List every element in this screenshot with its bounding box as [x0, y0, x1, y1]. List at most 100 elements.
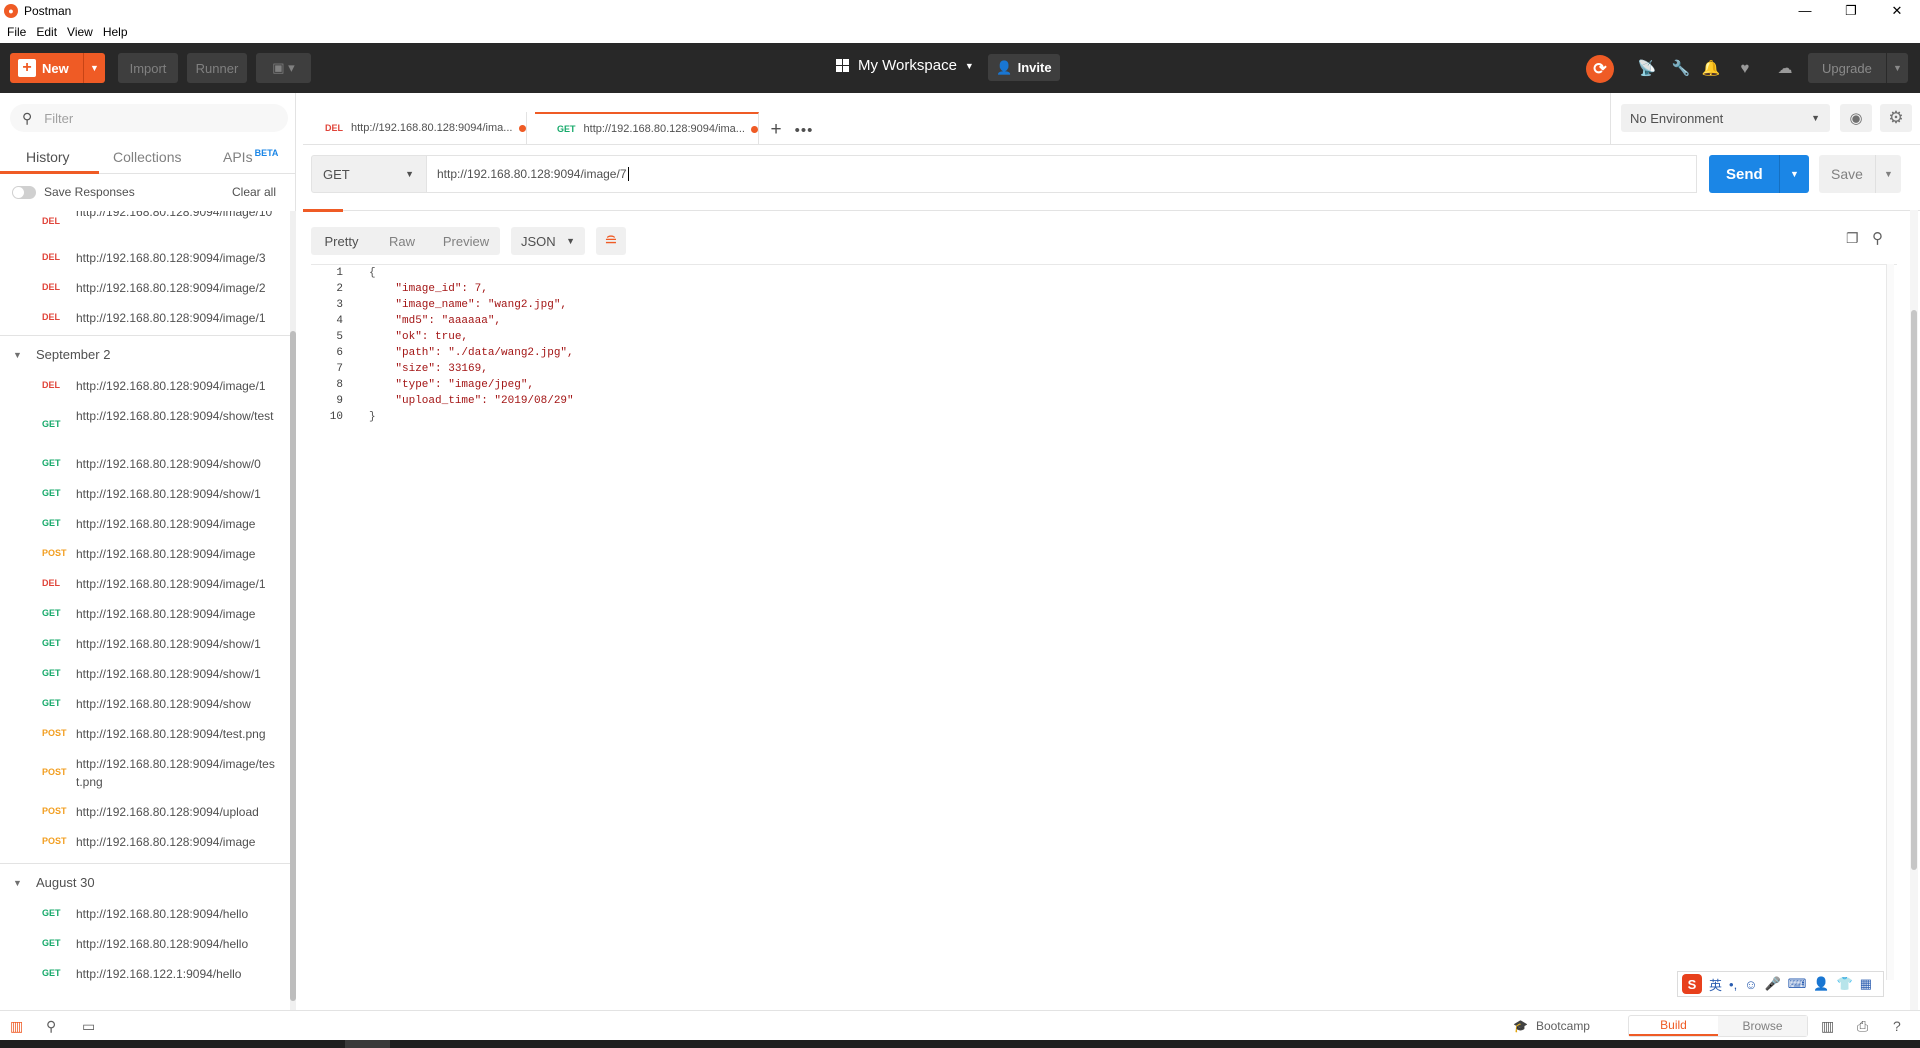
minimize-icon[interactable]: — — [1782, 0, 1828, 21]
satellite-icon[interactable]: 📡 — [1638, 59, 1657, 77]
tab-apis[interactable]: APIs BETA — [223, 148, 278, 165]
os-taskbar — [0, 1040, 1920, 1048]
scrollbar-thumb[interactable] — [290, 331, 296, 1001]
sogou-logo-icon[interactable]: S — [1682, 974, 1702, 994]
code-scrollbar[interactable] — [1886, 264, 1894, 980]
method-badge: GET — [42, 668, 61, 678]
main-scrollbar[interactable] — [1910, 210, 1918, 1010]
emoji-icon[interactable]: ☺ — [1744, 977, 1757, 992]
cloud-icon[interactable]: ☁ — [1776, 59, 1794, 77]
microphone-icon[interactable]: 🎤 — [1764, 976, 1780, 992]
wrench-icon[interactable]: 🔧 — [1672, 59, 1691, 77]
sidebar: ⚲ Filter History Collections APIs BETA Sa… — [0, 93, 296, 1010]
bell-icon[interactable]: 🔔 — [1702, 59, 1721, 77]
chevron-down-icon: ▼ — [13, 350, 22, 360]
workspace-selector[interactable]: My Workspace ▼ — [836, 57, 974, 74]
chevron-down-icon: ▼ — [1811, 113, 1820, 123]
tab-collections[interactable]: Collections — [113, 149, 181, 165]
grid-icon[interactable]: ▦ — [1860, 976, 1872, 992]
menu-edit[interactable]: Edit — [36, 25, 57, 39]
invite-button[interactable]: 👤 Invite — [988, 54, 1060, 81]
copy-icon[interactable]: ❐ — [1846, 230, 1859, 247]
line-number: 7 — [336, 363, 343, 375]
toggle-switch[interactable] — [12, 185, 36, 199]
send-button[interactable]: Send ▼ — [1709, 155, 1809, 193]
new-dropdown-caret[interactable]: ▼ — [83, 53, 105, 83]
method-select[interactable]: GET ▼ — [311, 155, 427, 193]
group-label: September 2 — [36, 347, 111, 362]
search-icon[interactable]: ⚲ — [46, 1018, 56, 1035]
line-number: 2 — [336, 283, 343, 295]
browse-tab[interactable]: Browse — [1718, 1016, 1807, 1036]
taskbar-active-item[interactable] — [345, 1040, 390, 1048]
runner-button[interactable]: Runner — [187, 53, 247, 83]
upgrade-button[interactable]: Upgrade ▼ — [1808, 53, 1908, 83]
method-badge: GET — [42, 518, 61, 528]
view-pretty[interactable]: Pretty — [311, 227, 372, 255]
search-icon[interactable]: ⚲ — [1872, 229, 1883, 247]
history-url: http://192.168.80.128:9094/test.png — [76, 727, 266, 741]
help-icon[interactable]: ? — [1893, 1018, 1901, 1034]
scrollbar-thumb[interactable] — [1911, 310, 1917, 870]
view-raw[interactable]: Raw — [372, 227, 432, 255]
history-url: http://192.168.80.128:9094/image/2 — [76, 281, 266, 295]
save-dropdown-caret[interactable]: ▼ — [1875, 155, 1901, 193]
tab-history[interactable]: History — [26, 149, 70, 165]
menu-file[interactable]: File — [7, 25, 26, 39]
menu-bar: File Edit View Help — [0, 21, 1920, 43]
heart-icon[interactable]: ♥ — [1736, 59, 1754, 77]
sidebar-toggle-icon[interactable]: ▥ — [10, 1018, 23, 1035]
history-url: http://192.168.80.128:9094/image — [76, 547, 256, 561]
new-button[interactable]: + New ▼ — [10, 53, 105, 83]
user-icon[interactable]: 👤 — [1813, 976, 1829, 992]
drag-handle[interactable] — [303, 209, 343, 212]
chevron-down-icon: ▼ — [566, 236, 575, 246]
add-tab-icon[interactable]: + — [765, 119, 787, 141]
menu-view[interactable]: View — [67, 25, 93, 39]
format-select[interactable]: JSON ▼ — [511, 227, 585, 255]
build-tab[interactable]: Build — [1629, 1016, 1718, 1036]
list-item[interactable]: DEL http://192.168.80.128:9094/image/10 — [0, 211, 290, 239]
bootcamp-button[interactable]: 🎓 Bootcamp — [1513, 1019, 1590, 1033]
gear-icon[interactable]: ⚙ — [1880, 104, 1912, 132]
view-preview[interactable]: Preview — [432, 227, 500, 255]
shirt-icon[interactable]: 👕 — [1837, 976, 1853, 992]
group-divider — [0, 863, 290, 864]
sidebar-scrollbar[interactable] — [290, 211, 296, 1010]
build-browse-toggle: Build Browse — [1628, 1015, 1808, 1037]
request-tab-active[interactable]: GET http://192.168.80.128:9094/ima... — [535, 112, 759, 144]
filter-input[interactable]: ⚲ Filter — [10, 104, 288, 132]
group-label: August 30 — [36, 875, 95, 890]
keyboard-icon[interactable]: ⌨ — [1788, 976, 1807, 992]
sync-icon[interactable]: ⟳ — [1586, 55, 1614, 83]
eye-icon[interactable]: ◉ — [1840, 104, 1872, 132]
send-dropdown-caret[interactable]: ▼ — [1779, 155, 1809, 193]
punctuation-icon[interactable]: •, — [1729, 977, 1737, 992]
menu-help[interactable]: Help — [103, 25, 128, 39]
clear-all-button[interactable]: Clear all — [232, 185, 276, 199]
line-number: 9 — [336, 395, 343, 407]
console-icon[interactable]: ▭ — [82, 1018, 95, 1035]
import-button[interactable]: Import — [118, 53, 178, 83]
environment-select[interactable]: No Environment ▼ — [1621, 104, 1830, 132]
unsaved-dot-icon — [519, 124, 526, 132]
code-line: "path": "./data/wang2.jpg", — [369, 347, 574, 359]
save-responses-toggle[interactable]: Save Responses — [12, 185, 135, 199]
upgrade-dropdown-caret[interactable]: ▼ — [1886, 53, 1908, 83]
printer-icon[interactable]: ⎙ — [1857, 1018, 1868, 1035]
url-input[interactable]: http://192.168.80.128:9094/image/7 — [427, 155, 1697, 193]
ime-lang[interactable]: 英 — [1709, 975, 1722, 994]
close-icon[interactable]: ✕ — [1874, 0, 1920, 21]
history-url: http://192.168.80.128:9094/image — [76, 835, 256, 849]
code-line: "md5": "aaaaaa", — [369, 315, 502, 327]
code-line: "image_name": "wang2.jpg", — [369, 299, 568, 311]
more-icon[interactable]: ••• — [793, 119, 815, 141]
two-pane-icon[interactable]: ▥ — [1821, 1018, 1834, 1035]
response-divider — [303, 210, 1920, 211]
tabs-divider — [303, 144, 1920, 145]
new-window-button[interactable]: ▣ ▾ — [256, 53, 311, 83]
wrap-lines-icon[interactable]: ≘ — [596, 227, 626, 255]
maximize-icon[interactable]: ❐ — [1828, 0, 1874, 21]
request-tab[interactable]: DEL http://192.168.80.128:9094/ima... — [303, 112, 527, 144]
save-button[interactable]: Save ▼ — [1819, 155, 1901, 193]
